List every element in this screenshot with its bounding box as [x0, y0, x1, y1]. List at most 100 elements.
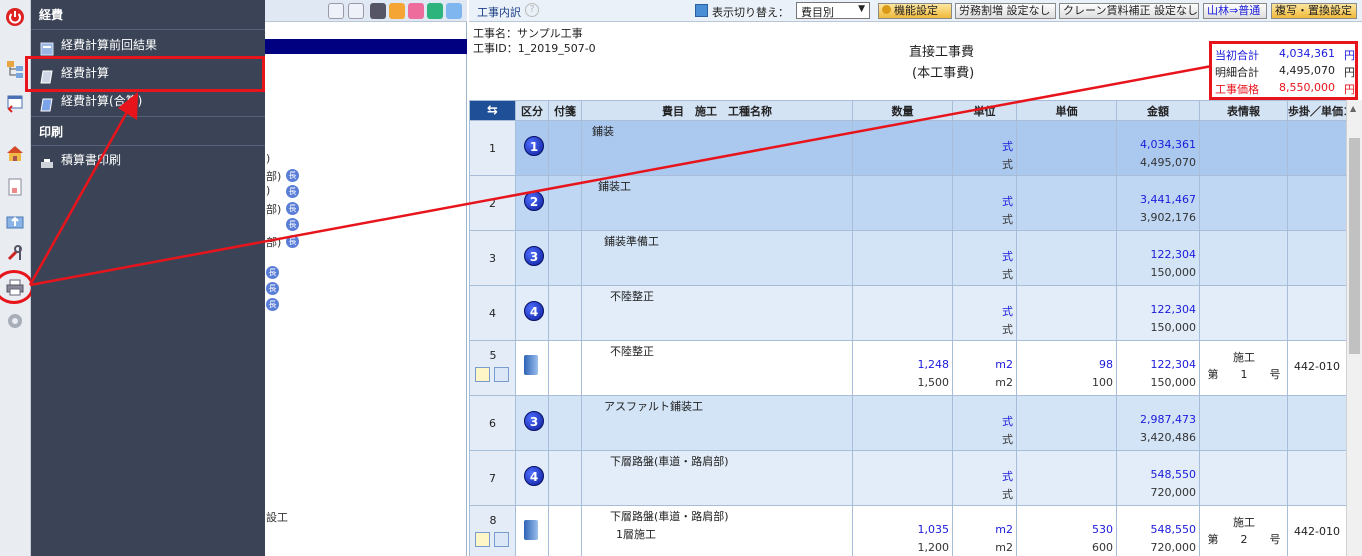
table-info-type: 施工	[1233, 516, 1255, 529]
column-header: 費目 施工 工種名称	[581, 100, 853, 121]
home-icon[interactable]	[4, 142, 26, 164]
cost-title: 直接工事費	[909, 45, 975, 60]
row-number-cell: 5	[469, 340, 516, 396]
category-cell: 4	[515, 450, 549, 506]
table-row[interactable]: 3 3 鋪装準備工式式 122,304 150,000	[469, 230, 1346, 286]
unit-value: 式	[1002, 470, 1013, 483]
row-number: 7	[489, 471, 496, 485]
sticky-note-cell[interactable]	[548, 505, 582, 556]
table-row[interactable]: 6 3 アスファルト鋪装工式式 2,987,473 3,420,486	[469, 395, 1346, 451]
item-name: 下層路盤(車道・路肩部)	[610, 510, 729, 523]
calculator-combined-icon	[40, 94, 54, 112]
amount-cell: 548,550 720,000	[1116, 450, 1200, 506]
unit-original-value: m2	[995, 541, 1013, 554]
filter-flag-icon[interactable]	[328, 3, 344, 19]
column-header: 単位	[952, 100, 1017, 121]
help-icon[interactable]: ?	[525, 3, 539, 17]
detail-list-icon[interactable]	[494, 532, 509, 547]
rate-code-cell	[1287, 175, 1346, 231]
chevron-down-icon[interactable]	[348, 3, 364, 19]
power-icon[interactable]	[4, 6, 26, 28]
tree-structure-icon[interactable]	[4, 58, 26, 80]
unit-price-cell	[1016, 395, 1117, 451]
item-name-cell: 鋪装	[581, 120, 853, 176]
column-header: 区分	[515, 100, 549, 121]
table-row[interactable]: 8 下層路盤(車道・路肩部) 1層施工 1,035 1,200 m2 m2 530 600 548…	[469, 505, 1346, 556]
sticky-note-cell[interactable]	[548, 230, 582, 286]
swap-arrows-icon[interactable]: ⇆	[487, 103, 498, 118]
badge-icon: 長	[266, 298, 279, 311]
display-switch-label: 表示切り替え：	[712, 6, 789, 19]
table-row[interactable]: 4 4 不陸整正式式 122,304 150,000	[469, 285, 1346, 341]
tools-icon[interactable]	[4, 242, 26, 264]
item-name: 鋪装	[592, 125, 614, 138]
unit-original-value: 式	[1002, 323, 1013, 336]
table-row[interactable]: 5 不陸整正 1,248 1,500 m2 m2 98 100 122,304 150,000 施工…	[469, 340, 1346, 396]
row-number-cell: 3	[469, 230, 516, 286]
upload-folder-icon[interactable]	[4, 210, 26, 232]
level-3-icon: 3	[524, 246, 544, 266]
folder-open-icon[interactable]	[408, 3, 424, 19]
copy-replace-settings-button[interactable]: 複写・置換設定	[1271, 3, 1357, 19]
category-cell: 3	[515, 395, 549, 451]
sticky-note-cell[interactable]	[548, 395, 582, 451]
amount-original-value: 150,000	[1150, 321, 1197, 334]
function-settings-button[interactable]: 機能設定	[878, 3, 952, 19]
amount-cell: 122,304 150,000	[1116, 285, 1200, 341]
folder-icon[interactable]	[389, 3, 405, 19]
document-icon[interactable]	[4, 176, 26, 198]
tree-fragment: 設工	[266, 511, 288, 524]
item-name: 鋪装準備工	[604, 235, 659, 248]
unit-price-cell: 98 100	[1016, 340, 1117, 396]
detail-list-icon[interactable]	[494, 367, 509, 382]
table-row[interactable]: 1 1 鋪装式式 4,034,361 4,495,070	[469, 120, 1346, 176]
detail-tree-icon[interactable]	[475, 367, 490, 382]
table-info-cell	[1199, 450, 1288, 506]
sticky-note-cell[interactable]	[548, 175, 582, 231]
sticky-note-cell[interactable]	[548, 450, 582, 506]
item-name-cell: 不陸整正	[581, 340, 853, 396]
refresh-icon[interactable]	[427, 3, 443, 19]
amount-value: 122,304	[1150, 358, 1197, 371]
amount-original-value: 720,000	[1150, 486, 1197, 499]
tree-selected-row[interactable]	[265, 39, 467, 54]
quantity-cell	[852, 120, 953, 176]
labor-premium-button[interactable]: 労務割増 設定なし	[955, 3, 1056, 19]
settings-gear-icon[interactable]	[4, 310, 26, 332]
unit-cell: 式式	[952, 450, 1017, 506]
vertical-scrollbar[interactable]: ▲	[1346, 100, 1362, 556]
row-number: 3	[489, 251, 496, 265]
book-icon[interactable]	[524, 355, 538, 375]
unit-original-value: 式	[1002, 433, 1013, 446]
menu-section-expenses: 経費	[31, 0, 265, 30]
rate-code-cell	[1287, 120, 1346, 176]
record-icon[interactable]	[370, 3, 386, 19]
row-number-cell: 7	[469, 450, 516, 506]
table-row[interactable]: 7 4 下層路盤(車道・路肩部) 式式 548,550 720,000	[469, 450, 1346, 506]
row-number: 2	[489, 196, 496, 210]
unit-original-value: 式	[1002, 158, 1013, 171]
close-icon[interactable]	[446, 3, 462, 19]
table-info-cell	[1199, 120, 1288, 176]
display-mode-select[interactable]: 費目別 ▼	[796, 2, 870, 19]
crane-rental-button[interactable]: クレーン賃料補正 設定なし	[1059, 3, 1199, 19]
sticky-note-cell[interactable]	[548, 285, 582, 341]
book-icon[interactable]	[524, 520, 538, 540]
table-row[interactable]: 2 2 鋪装工式式 3,441,467 3,902,176	[469, 175, 1346, 231]
toggle-columns-header[interactable]: ⇆	[469, 100, 516, 121]
forest-to-normal-button[interactable]: 山林⇒普通	[1203, 3, 1267, 19]
scrollbar-thumb[interactable]	[1349, 138, 1360, 354]
tree-toolbar	[265, 0, 467, 22]
import-window-icon[interactable]	[4, 92, 26, 114]
scroll-up-icon[interactable]: ▲	[1350, 104, 1356, 113]
amount-cell: 122,304 150,000	[1116, 340, 1200, 396]
printer-highlight-circle	[0, 270, 34, 304]
row-number: 6	[489, 416, 496, 430]
menu-item-previous-expense-result[interactable]: 経費計算前回結果	[31, 31, 265, 59]
sticky-note-cell[interactable]	[548, 120, 582, 176]
sticky-note-cell[interactable]	[548, 340, 582, 396]
row-number: 5	[489, 349, 497, 362]
quantity-cell	[852, 395, 953, 451]
detail-tree-icon[interactable]	[475, 532, 490, 547]
menu-item-estimate-print[interactable]: 積算書印刷	[31, 146, 265, 174]
